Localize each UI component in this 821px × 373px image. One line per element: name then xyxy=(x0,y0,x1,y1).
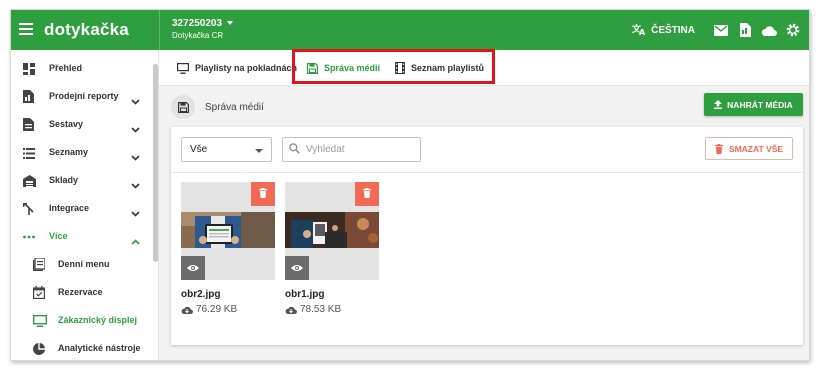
sidebar-item-label: Zákaznický displej xyxy=(58,315,138,325)
language-label: ČEŠTINA xyxy=(651,24,695,36)
media-thumbnail[interactable] xyxy=(285,182,379,280)
upload-icon xyxy=(714,100,723,109)
cloud-download-icon xyxy=(285,305,297,314)
sidebar-item-label: Sklady xyxy=(49,175,79,185)
more-icon xyxy=(23,230,35,242)
view-media-button[interactable] xyxy=(181,256,205,280)
chevron-up-icon xyxy=(131,232,140,250)
delete-media-button[interactable] xyxy=(355,182,379,206)
chevron-down-icon xyxy=(131,120,140,138)
sidebar-item-prehled[interactable]: Přehled xyxy=(11,54,149,82)
chevron-down-icon xyxy=(131,176,140,194)
reports-icon xyxy=(23,90,35,103)
save-icon xyxy=(171,95,195,119)
dashboard-icon xyxy=(23,62,35,75)
media-name: obr2.jpg xyxy=(181,289,221,300)
chevron-down-icon xyxy=(131,204,140,222)
trash-icon xyxy=(259,185,267,203)
integration-icon xyxy=(23,202,35,215)
media-item[interactable]: obr1.jpg 78.53 KB xyxy=(285,182,379,315)
sidebar: Přehled Prodejní reporty Sestavy Seznamy… xyxy=(11,50,159,360)
sidebar-item-label: Více xyxy=(49,231,68,241)
settings-icon[interactable] xyxy=(783,20,803,40)
tab-label: Playlisty na pokladnách xyxy=(195,63,298,73)
tab-playlisty-na-pokladnach[interactable]: Playlisty na pokladnách xyxy=(177,50,297,86)
sidebar-item-analyticke-nastroje[interactable]: Analytické nástroje xyxy=(11,334,149,360)
sidebar-item-label: Prodejní reporty xyxy=(49,91,119,101)
highlight-box xyxy=(292,49,495,84)
caret-down-icon xyxy=(255,149,263,153)
upload-media-button[interactable]: NAHRÁT MÉDIA xyxy=(704,93,803,116)
sidebar-item-rezervace[interactable]: Rezervace xyxy=(11,278,149,306)
delete-media-button[interactable] xyxy=(251,182,275,206)
search-input[interactable] xyxy=(306,144,416,155)
upload-label: NAHRÁT MÉDIA xyxy=(727,99,793,110)
media-size-value: 76.29 KB xyxy=(196,304,238,315)
eye-icon xyxy=(187,259,199,277)
divider xyxy=(171,172,803,173)
pie-chart-icon xyxy=(33,342,45,355)
monitor-icon xyxy=(177,62,189,74)
sidebar-item-label: Rezervace xyxy=(58,287,103,297)
warehouse-icon xyxy=(23,174,36,187)
filter-value: Vše xyxy=(190,144,208,155)
media-size: 76.29 KB xyxy=(181,304,275,315)
chevron-down-icon xyxy=(131,148,140,166)
view-media-button[interactable] xyxy=(285,256,309,280)
sidebar-item-zakaznicky-displej[interactable]: Zákaznický displej xyxy=(11,306,149,334)
mail-icon[interactable] xyxy=(711,20,731,40)
sidebar-item-label: Denní menu xyxy=(58,259,110,269)
media-card: Vše SMAZAT VŠE xyxy=(171,127,803,345)
search-icon xyxy=(289,141,300,159)
monitor-icon xyxy=(32,314,48,327)
cloud-download-icon xyxy=(181,305,193,314)
sidebar-item-label: Sestavy xyxy=(49,119,84,129)
sidebar-item-label: Přehled xyxy=(49,63,83,73)
search-box[interactable] xyxy=(282,137,421,162)
media-thumbnail[interactable] xyxy=(181,182,275,280)
eye-icon xyxy=(291,259,303,277)
sidebar-item-vice[interactable]: Více xyxy=(11,222,149,250)
sidebar-item-prodejni-reporty[interactable]: Prodejní reporty xyxy=(11,82,149,110)
sidebar-item-sklady[interactable]: Sklady xyxy=(11,166,149,194)
sidebar-item-label: Analytické nástroje xyxy=(58,343,141,353)
media-image xyxy=(285,212,379,248)
media-name: obr1.jpg xyxy=(285,289,325,300)
trash-icon xyxy=(363,185,371,203)
sidebar-item-seznamy[interactable]: Seznamy xyxy=(11,138,149,166)
list-icon xyxy=(23,146,35,159)
account-id: 327250203 xyxy=(172,18,223,29)
media-image xyxy=(181,212,275,248)
media-size: 78.53 KB xyxy=(285,304,379,315)
sidebar-item-sestavy[interactable]: Sestavy xyxy=(11,110,149,138)
media-size-value: 78.53 KB xyxy=(300,304,342,315)
trash-icon xyxy=(714,143,723,154)
delete-all-button[interactable]: SMAZAT VŠE xyxy=(705,137,793,160)
sidebar-item-label: Seznamy xyxy=(49,147,89,157)
menu-icon xyxy=(33,257,46,271)
calendar-icon xyxy=(33,286,46,299)
top-bar: dotykačka 327250203 Dotykačka CR 文A ČEŠT… xyxy=(11,10,809,50)
app-window: dotykačka 327250203 Dotykačka CR 文A ČEŠT… xyxy=(10,9,810,361)
account-switcher[interactable]: 327250203 Dotykačka CR xyxy=(159,10,234,50)
translate-icon: 文A xyxy=(631,22,646,39)
chevron-down-icon xyxy=(131,92,140,110)
media-item[interactable]: obr2.jpg 76.29 KB xyxy=(181,182,275,315)
language-switcher[interactable]: 文A ČEŠTINA xyxy=(631,22,695,39)
svg-text:A: A xyxy=(639,28,646,36)
chevron-down-icon xyxy=(227,21,234,26)
hamburger-menu-icon[interactable] xyxy=(19,23,33,35)
delete-all-label: SMAZAT VŠE xyxy=(728,143,784,154)
sidebar-scrollbar[interactable] xyxy=(153,64,158,262)
document-icon[interactable] xyxy=(735,20,755,40)
brand-logo[interactable]: dotykačka xyxy=(44,20,129,40)
document-icon xyxy=(23,118,35,131)
sidebar-item-integrace[interactable]: Integrace xyxy=(11,194,149,222)
sidebar-item-denni-menu[interactable]: Denní menu xyxy=(11,250,149,278)
sidebar-item-label: Integrace xyxy=(49,203,90,213)
page-title: Správa médií xyxy=(205,101,264,113)
filter-select[interactable]: Vše xyxy=(181,137,272,162)
cloud-icon[interactable] xyxy=(759,20,779,40)
account-name: Dotykačka CR xyxy=(172,31,224,40)
